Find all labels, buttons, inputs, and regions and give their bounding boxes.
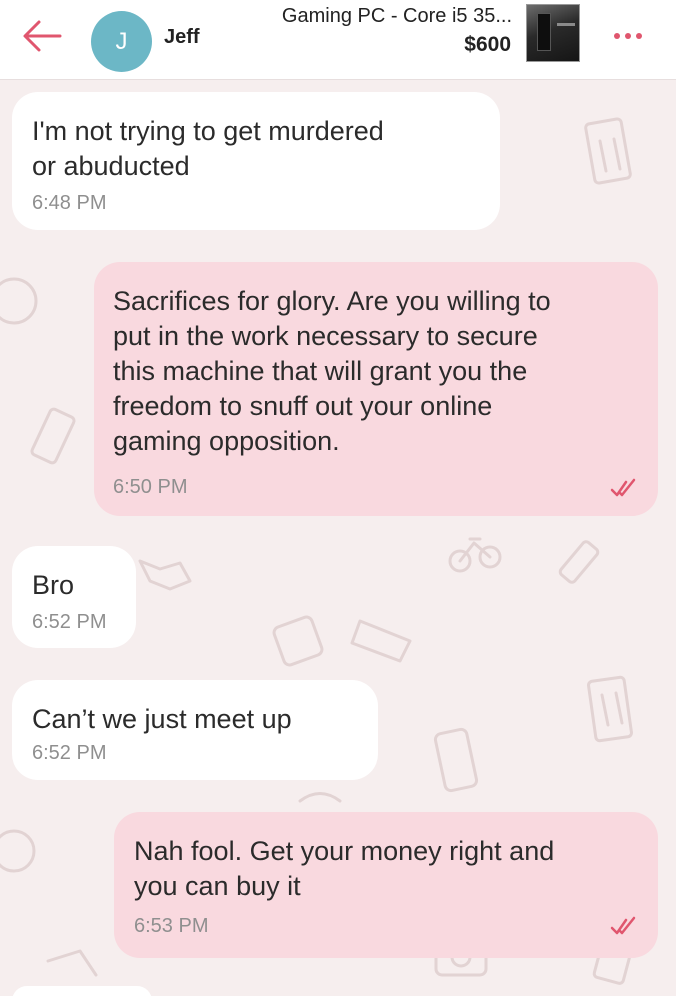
message-time: 6:52 PM <box>32 611 107 633</box>
message-time: 6:52 PM <box>32 742 107 764</box>
more-dots-icon <box>614 33 620 39</box>
more-dots-icon <box>625 33 631 39</box>
back-button[interactable] <box>18 16 64 56</box>
message-time: 6:48 PM <box>32 192 107 214</box>
message-bubble-partial <box>12 986 152 996</box>
listing-thumbnail[interactable] <box>526 4 580 62</box>
message-bubble-incoming[interactable]: I'm not trying to get murdered or abuduc… <box>12 92 500 230</box>
message-bubble-outgoing[interactable]: Sacrifices for glory. Are you willing to… <box>94 262 658 516</box>
contact-avatar[interactable]: J <box>91 11 152 72</box>
more-options-button[interactable] <box>606 24 650 48</box>
message-text: Can’t we just meet up <box>32 704 292 734</box>
thumbnail-pc-tower <box>537 13 551 51</box>
contact-name[interactable]: Jeff <box>164 26 200 49</box>
avatar-initial: J <box>115 27 128 55</box>
message-text: Nah fool. Get your money right and you c… <box>134 836 555 901</box>
message-text: Bro <box>32 570 75 600</box>
message-bubble-incoming[interactable]: Can’t we just meet up 6:52 PM <box>12 680 378 780</box>
read-check-icon <box>610 478 636 497</box>
message-text: Sacrifices for glory. Are you willing to… <box>113 286 551 456</box>
back-arrow-icon <box>23 20 62 52</box>
message-time: 6:50 PM <box>113 476 188 498</box>
message-time: 6:53 PM <box>134 915 209 937</box>
read-check-icon <box>610 916 636 935</box>
listing-title[interactable]: Gaming PC - Core i5 35... <box>222 5 512 28</box>
message-bubble-incoming[interactable]: Bro 6:52 PM <box>12 546 136 648</box>
thumbnail-shelf <box>557 23 575 26</box>
conversation-header: J Jeff Gaming PC - Core i5 35... $600 <box>0 0 676 80</box>
message-bubble-outgoing[interactable]: Nah fool. Get your money right and you c… <box>114 812 658 958</box>
message-text: I'm not trying to get murdered or abuduc… <box>32 116 384 181</box>
listing-price: $600 <box>464 33 511 56</box>
more-dots-icon <box>636 33 642 39</box>
